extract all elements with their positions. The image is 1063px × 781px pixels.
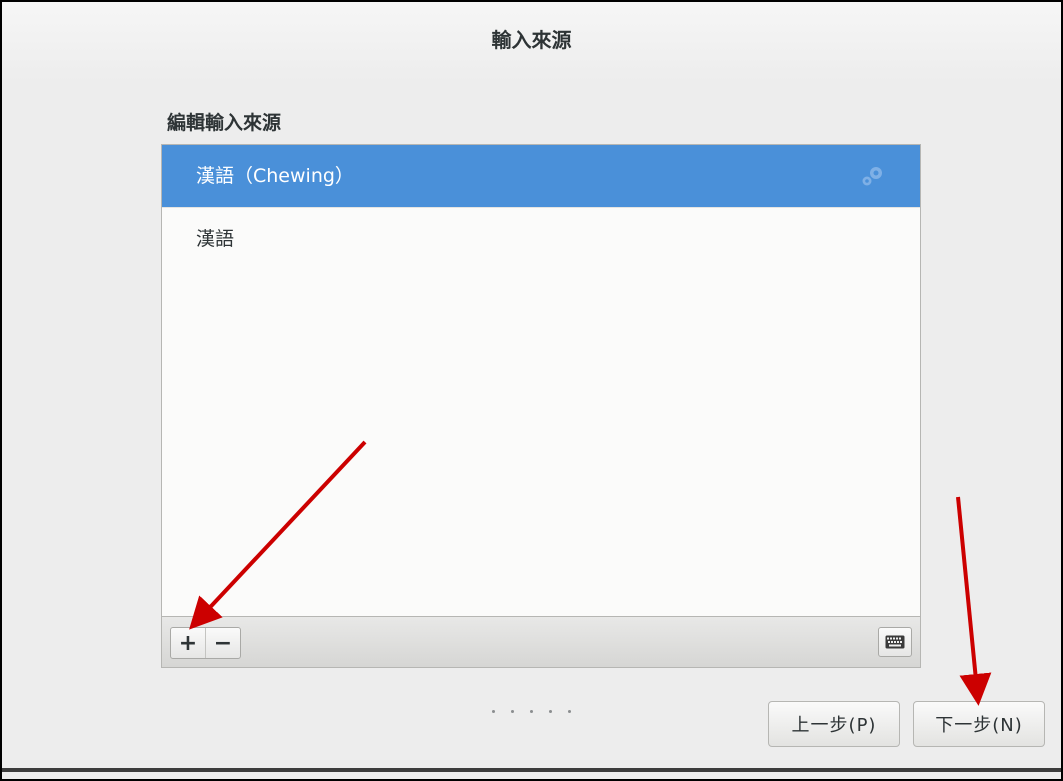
page-dot <box>568 710 571 713</box>
next-button[interactable]: 下一步(N) <box>913 701 1045 747</box>
list-item-hanyu[interactable]: 漢語 <box>162 207 920 269</box>
list-toolbar: + − <box>162 616 920 667</box>
page-dot <box>530 710 533 713</box>
list-item-chewing[interactable]: 漢語（Chewing） <box>162 145 920 207</box>
remove-button[interactable]: − <box>205 628 240 658</box>
page-indicator <box>492 710 571 713</box>
input-source-list: 漢語（Chewing） 漢語 + − <box>161 144 921 668</box>
setup-window: 輸入來源 編輯輸入來源 漢語（Chewing） 漢語 + − 上一步(P) 下一… <box>0 0 1063 781</box>
bottom-border <box>2 768 1061 772</box>
page-dot <box>511 710 514 713</box>
page-dot <box>492 710 495 713</box>
section-heading: 編輯輸入來源 <box>167 112 282 134</box>
add-remove-group: + − <box>170 627 241 659</box>
gear-icon[interactable] <box>860 164 886 188</box>
list-item-label: 漢語 <box>196 228 235 250</box>
keyboard-layout-button[interactable] <box>878 627 912 657</box>
list-item-label: 漢語（Chewing） <box>196 165 354 187</box>
keyboard-icon <box>885 635 905 649</box>
page-dot <box>549 710 552 713</box>
previous-button[interactable]: 上一步(P) <box>768 701 900 747</box>
add-button[interactable]: + <box>171 628 205 658</box>
window-header: 輸入來源 <box>2 2 1061 82</box>
window-title: 輸入來源 <box>491 28 572 52</box>
